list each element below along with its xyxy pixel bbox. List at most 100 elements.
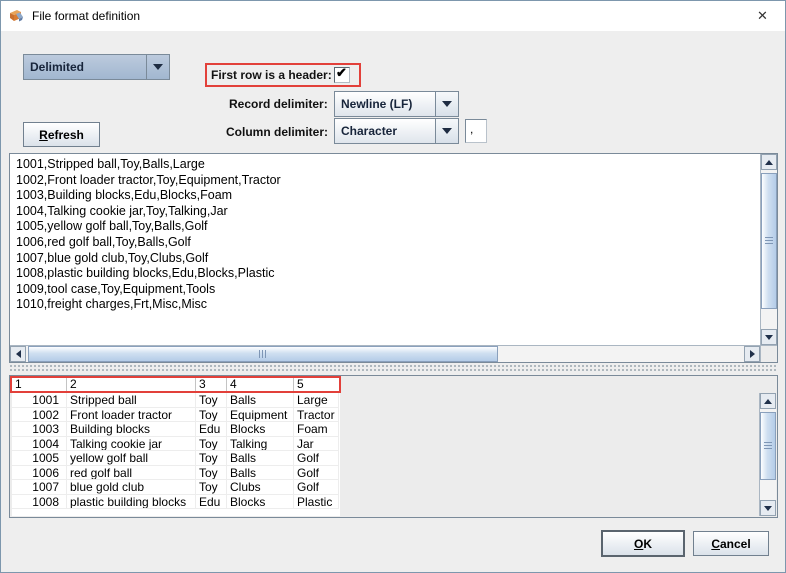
thumb-grip — [259, 350, 267, 358]
table-cell: Clubs — [227, 480, 294, 495]
table-cell: blue gold club — [67, 480, 196, 495]
table-cell: 1002 — [12, 407, 67, 422]
table-cell: Balls — [227, 393, 294, 408]
arrow-up-icon — [764, 398, 772, 404]
table-vertical-scrollbar[interactable] — [759, 393, 776, 516]
scroll-down-button[interactable] — [761, 329, 777, 345]
vertical-scrollbar-thumb[interactable] — [761, 173, 777, 309]
scrollbar-corner — [760, 345, 777, 362]
arrow-right-icon — [749, 350, 755, 358]
refresh-button[interactable]: Refresh — [23, 122, 100, 147]
table-cell: Plastic — [294, 494, 339, 509]
chevron-down-icon — [442, 101, 452, 107]
table-row[interactable]: 1006 red golf ball Toy Balls Golf — [12, 465, 340, 480]
table-cell: Toy — [196, 407, 227, 422]
raw-text[interactable]: 1001,Stripped ball,Toy,Balls,Large 1002,… — [11, 155, 759, 344]
app-icon — [10, 10, 23, 22]
table-cell: 1001 — [12, 393, 67, 408]
table-cell: Building blocks — [67, 422, 196, 437]
column-delimiter-label: Column delimiter: — [226, 125, 329, 139]
table-cell: Edu — [196, 494, 227, 509]
format-type-value: Delimited — [30, 60, 85, 74]
table-cell: 1008 — [12, 494, 67, 509]
table-header-highlight: 12345 — [10, 376, 341, 393]
chevron-down-icon — [153, 64, 163, 70]
table-cell: Front loader tractor — [67, 407, 196, 422]
cancel-button[interactable]: Cancel — [693, 531, 769, 556]
scroll-up-button[interactable] — [760, 393, 776, 409]
record-delimiter-combobox[interactable]: Newline (LF) — [334, 91, 459, 117]
table-row[interactable]: 1008 plastic building blocks Edu Blocks Plas… — [12, 494, 340, 509]
column-header[interactable]: 3 — [196, 378, 227, 391]
table-row[interactable]: 1004 Talking cookie jar Toy Talking Jar — [12, 436, 340, 451]
scroll-right-button[interactable] — [744, 346, 760, 362]
delimiter-character-field[interactable]: , — [465, 119, 487, 143]
table-cell: 1005 — [12, 451, 67, 466]
title-bar[interactable]: File format definition ✕ — [1, 1, 785, 31]
table-cell: plastic building blocks — [67, 494, 196, 509]
table-cell: Foam — [294, 422, 339, 437]
table-cell: Jar — [294, 436, 339, 451]
ok-button[interactable]: OK — [601, 530, 685, 557]
table-cell: Balls — [227, 465, 294, 480]
arrow-down-icon — [765, 334, 773, 340]
record-delimiter-dropdown-button[interactable] — [435, 92, 458, 116]
first-row-header-checkbox[interactable]: ✔ — [334, 65, 350, 83]
column-header[interactable]: 2 — [67, 378, 196, 391]
preview-table-header: 12345 — [12, 378, 339, 391]
raw-preview-horizontal-scrollbar[interactable] — [10, 345, 760, 362]
table-cell: Talking — [227, 436, 294, 451]
table-row[interactable]: 1001 Stripped ball Toy Balls Large — [12, 393, 340, 408]
column-delimiter-dropdown-button[interactable] — [435, 119, 458, 143]
table-cell: Golf — [294, 451, 339, 466]
split-divider[interactable] — [9, 364, 778, 372]
table-row[interactable]: 1005 yellow golf ball Toy Balls Golf — [12, 451, 340, 466]
table-cell: Toy — [196, 465, 227, 480]
table-cell: 1003 — [12, 422, 67, 437]
column-delimiter-value: Character — [341, 124, 398, 138]
table-cell: Blocks — [227, 422, 294, 437]
format-type-combobox[interactable]: Delimited — [23, 54, 170, 80]
close-icon[interactable]: ✕ — [740, 1, 785, 30]
column-header[interactable]: 4 — [227, 378, 294, 391]
column-header[interactable]: 5 — [294, 378, 339, 391]
checkmark-icon: ✔ — [336, 65, 347, 80]
scroll-up-button[interactable] — [761, 154, 777, 170]
chevron-down-icon — [442, 128, 452, 134]
cancel-button-label: Cancel — [711, 536, 751, 551]
table-row[interactable]: 1007 blue gold club Toy Clubs Golf — [12, 480, 340, 495]
raw-preview-vertical-scrollbar[interactable] — [760, 154, 777, 345]
table-cell: Golf — [294, 480, 339, 495]
preview-table-body[interactable]: 1001 Stripped ball Toy Balls Large 1002 Front … — [12, 393, 340, 516]
column-delimiter-combobox[interactable]: Character — [334, 118, 459, 144]
table-cell: Tractor — [294, 407, 339, 422]
record-delimiter-label: Record delimiter: — [229, 97, 328, 111]
preview-table-pane: 12345 1001 Stripped ball Toy Balls Large 1002… — [9, 375, 778, 518]
file-format-definition-dialog: File format definition ✕ Delimited First… — [0, 0, 786, 573]
table-cell: yellow golf ball — [67, 451, 196, 466]
horizontal-scrollbar-thumb[interactable] — [28, 346, 498, 362]
scroll-left-button[interactable] — [10, 346, 26, 362]
scroll-down-button[interactable] — [760, 500, 776, 516]
arrow-left-icon — [15, 350, 21, 358]
ok-button-label: OK — [633, 536, 652, 551]
arrow-down-icon — [764, 505, 772, 511]
column-header[interactable]: 1 — [12, 378, 67, 391]
table-cell: red golf ball — [67, 465, 196, 480]
table-row[interactable]: 1003 Building blocks Edu Blocks Foam — [12, 422, 340, 437]
arrow-up-icon — [765, 159, 773, 165]
table-cell: Toy — [196, 451, 227, 466]
record-delimiter-value: Newline (LF) — [341, 97, 413, 111]
table-row[interactable]: 1002 Front loader tractor Toy Equipment Trac… — [12, 407, 340, 422]
thumb-grip — [764, 442, 772, 450]
first-row-header-label: First row is a header: — [211, 68, 332, 82]
vertical-scrollbar-thumb[interactable] — [760, 412, 776, 480]
table-cell: Balls — [227, 451, 294, 466]
table-cell: Stripped ball — [67, 393, 196, 408]
format-type-dropdown-button[interactable] — [146, 55, 169, 79]
thumb-grip — [765, 237, 773, 245]
table-cell: Toy — [196, 436, 227, 451]
table-cell: Edu — [196, 422, 227, 437]
table-cell: 1007 — [12, 480, 67, 495]
table-cell: Blocks — [227, 494, 294, 509]
